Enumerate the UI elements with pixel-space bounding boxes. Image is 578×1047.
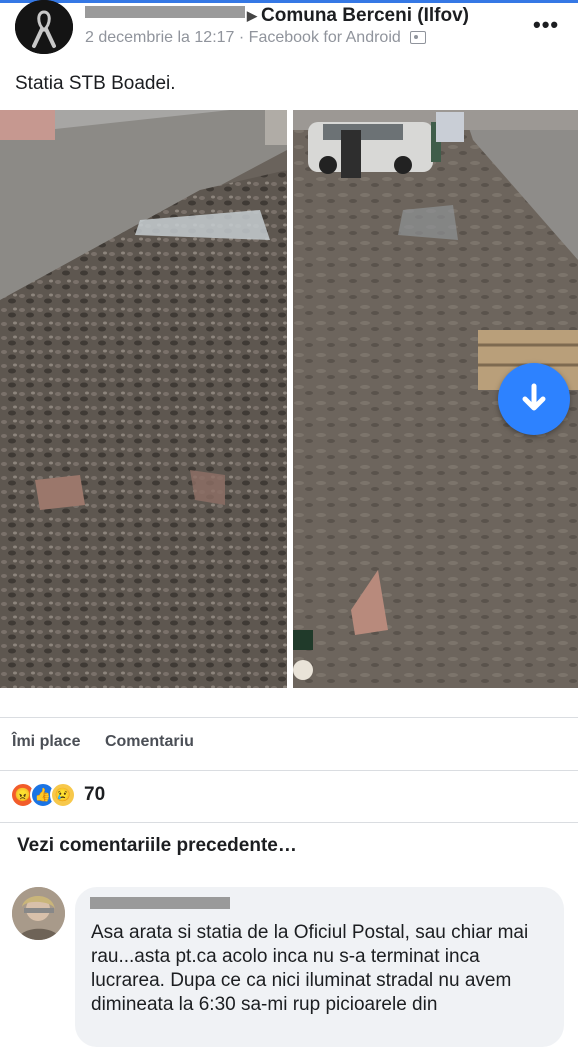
- divider: [0, 770, 578, 771]
- download-button[interactable]: [498, 363, 570, 435]
- post-header: ▶ Comuna Berceni (Ilfov): [85, 4, 469, 28]
- commenter-name-redacted[interactable]: [90, 897, 230, 909]
- more-options-button[interactable]: •••: [533, 12, 559, 38]
- arrow-down-icon: [522, 383, 546, 411]
- sad-reaction-icon: 😢: [50, 782, 76, 808]
- post-source: Facebook for Android: [248, 29, 401, 46]
- ribbon-icon: [15, 0, 73, 54]
- audience-group-icon: [410, 31, 427, 44]
- group-name[interactable]: Comuna Berceni (Ilfov): [261, 5, 469, 27]
- divider: [0, 717, 578, 718]
- post-actions: Îmi place Comentariu: [12, 733, 214, 751]
- like-button[interactable]: Îmi place: [12, 733, 80, 750]
- commenter-avatar[interactable]: [12, 887, 65, 940]
- post-text: Statia STB Boadei.: [15, 73, 176, 94]
- post-meta: 2 decembrie la 12:17 · Facebook for Andr…: [85, 29, 427, 47]
- divider: [0, 822, 578, 823]
- author-avatar[interactable]: [15, 0, 73, 54]
- post-photo-left[interactable]: [0, 110, 287, 688]
- top-accent-line: [0, 0, 578, 3]
- reaction-count: 70: [84, 784, 106, 805]
- shared-to-arrow-icon: ▶: [247, 8, 257, 23]
- reactions-summary[interactable]: 😠 👍 😢 70: [10, 782, 105, 808]
- view-previous-comments-link[interactable]: Vezi comentariile precedente…: [17, 835, 297, 857]
- comment-text: Asa arata si statia de la Oficiul Postal…: [91, 922, 529, 1015]
- post-date[interactable]: 2 decembrie la 12:17: [85, 29, 234, 46]
- comment-button[interactable]: Comentariu: [105, 733, 194, 750]
- author-name-redacted[interactable]: [85, 6, 245, 18]
